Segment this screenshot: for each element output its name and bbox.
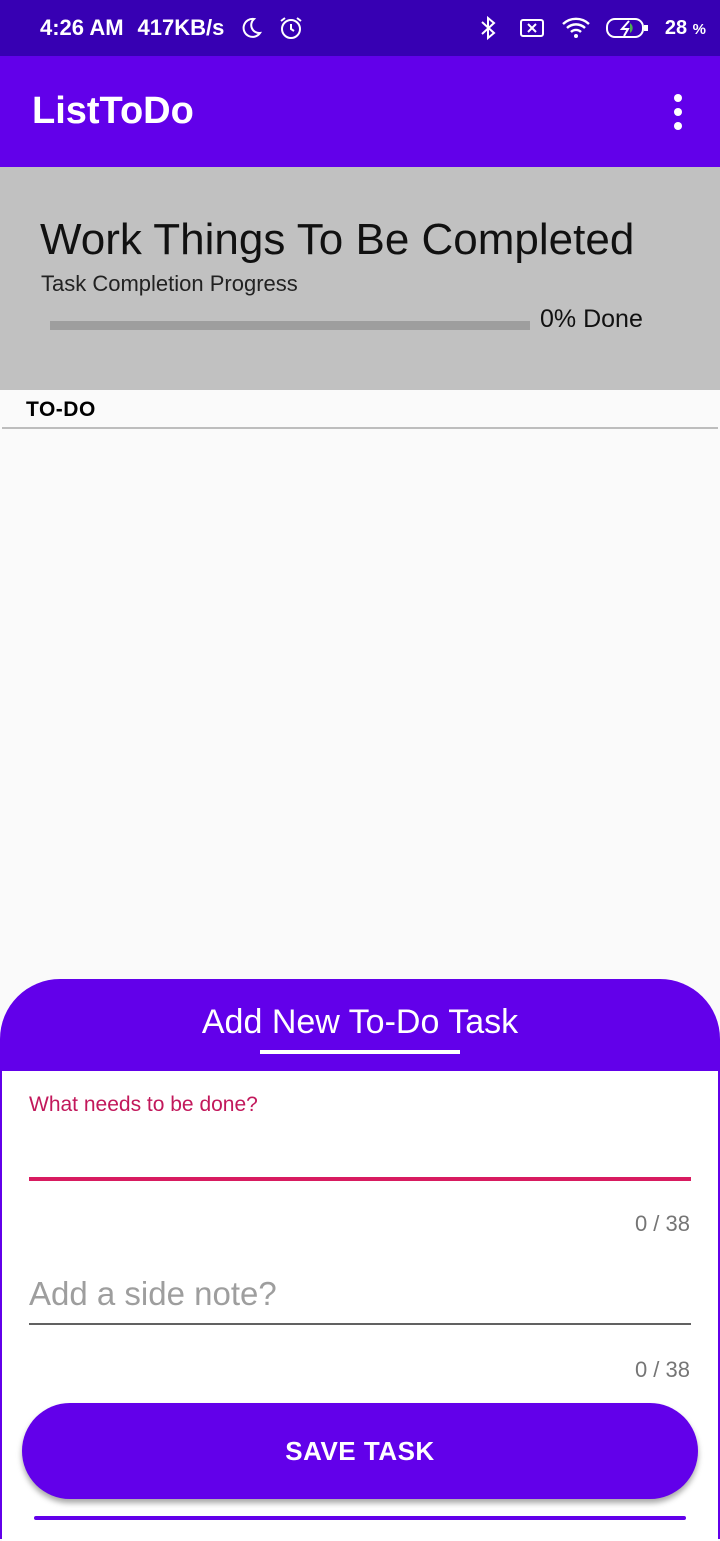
sim-x-icon bbox=[517, 13, 547, 43]
section-tabs: TO-DO bbox=[0, 390, 720, 430]
save-task-button[interactable]: SAVE TASK bbox=[22, 1403, 698, 1499]
list-title: Work Things To Be Completed bbox=[40, 215, 635, 264]
alarm-icon bbox=[278, 15, 304, 41]
sheet-title: Add New To-Do Task bbox=[201, 1003, 519, 1041]
status-bar: 4:26 AM 417KB/s 28 % bbox=[0, 0, 720, 56]
side-note-underline bbox=[29, 1323, 691, 1325]
status-net-speed: 417KB/s bbox=[137, 15, 225, 40]
side-note-char-counter: 0 / 38 bbox=[634, 1357, 690, 1382]
battery-charging-icon bbox=[605, 13, 651, 43]
app-title: ListToDo bbox=[32, 90, 194, 132]
list-header-card: Work Things To Be Completed Task Complet… bbox=[0, 167, 720, 390]
battery-level: 28 % bbox=[664, 16, 706, 39]
todo-list bbox=[0, 429, 720, 979]
task-input-underline bbox=[29, 1177, 691, 1181]
progress-caption: Task Completion Progress bbox=[41, 271, 298, 296]
progress-bar bbox=[50, 321, 530, 330]
status-time: 4:26 AM bbox=[40, 15, 124, 40]
side-note-input[interactable] bbox=[29, 1269, 691, 1319]
progress-label: 0% Done bbox=[540, 305, 643, 333]
sheet-title-underline bbox=[260, 1050, 460, 1054]
moon-icon bbox=[238, 15, 264, 41]
bluetooth-icon bbox=[473, 13, 503, 43]
task-char-counter: 0 / 38 bbox=[634, 1211, 690, 1236]
bottom-edge bbox=[34, 1516, 686, 1520]
overflow-menu-icon[interactable] bbox=[658, 92, 698, 132]
app-bar: ListToDo bbox=[0, 56, 720, 167]
task-input[interactable] bbox=[29, 1121, 691, 1167]
task-field-label: What needs to be done? bbox=[29, 1093, 258, 1116]
tab-todo[interactable]: TO-DO bbox=[26, 398, 96, 422]
wifi-icon bbox=[561, 13, 591, 43]
